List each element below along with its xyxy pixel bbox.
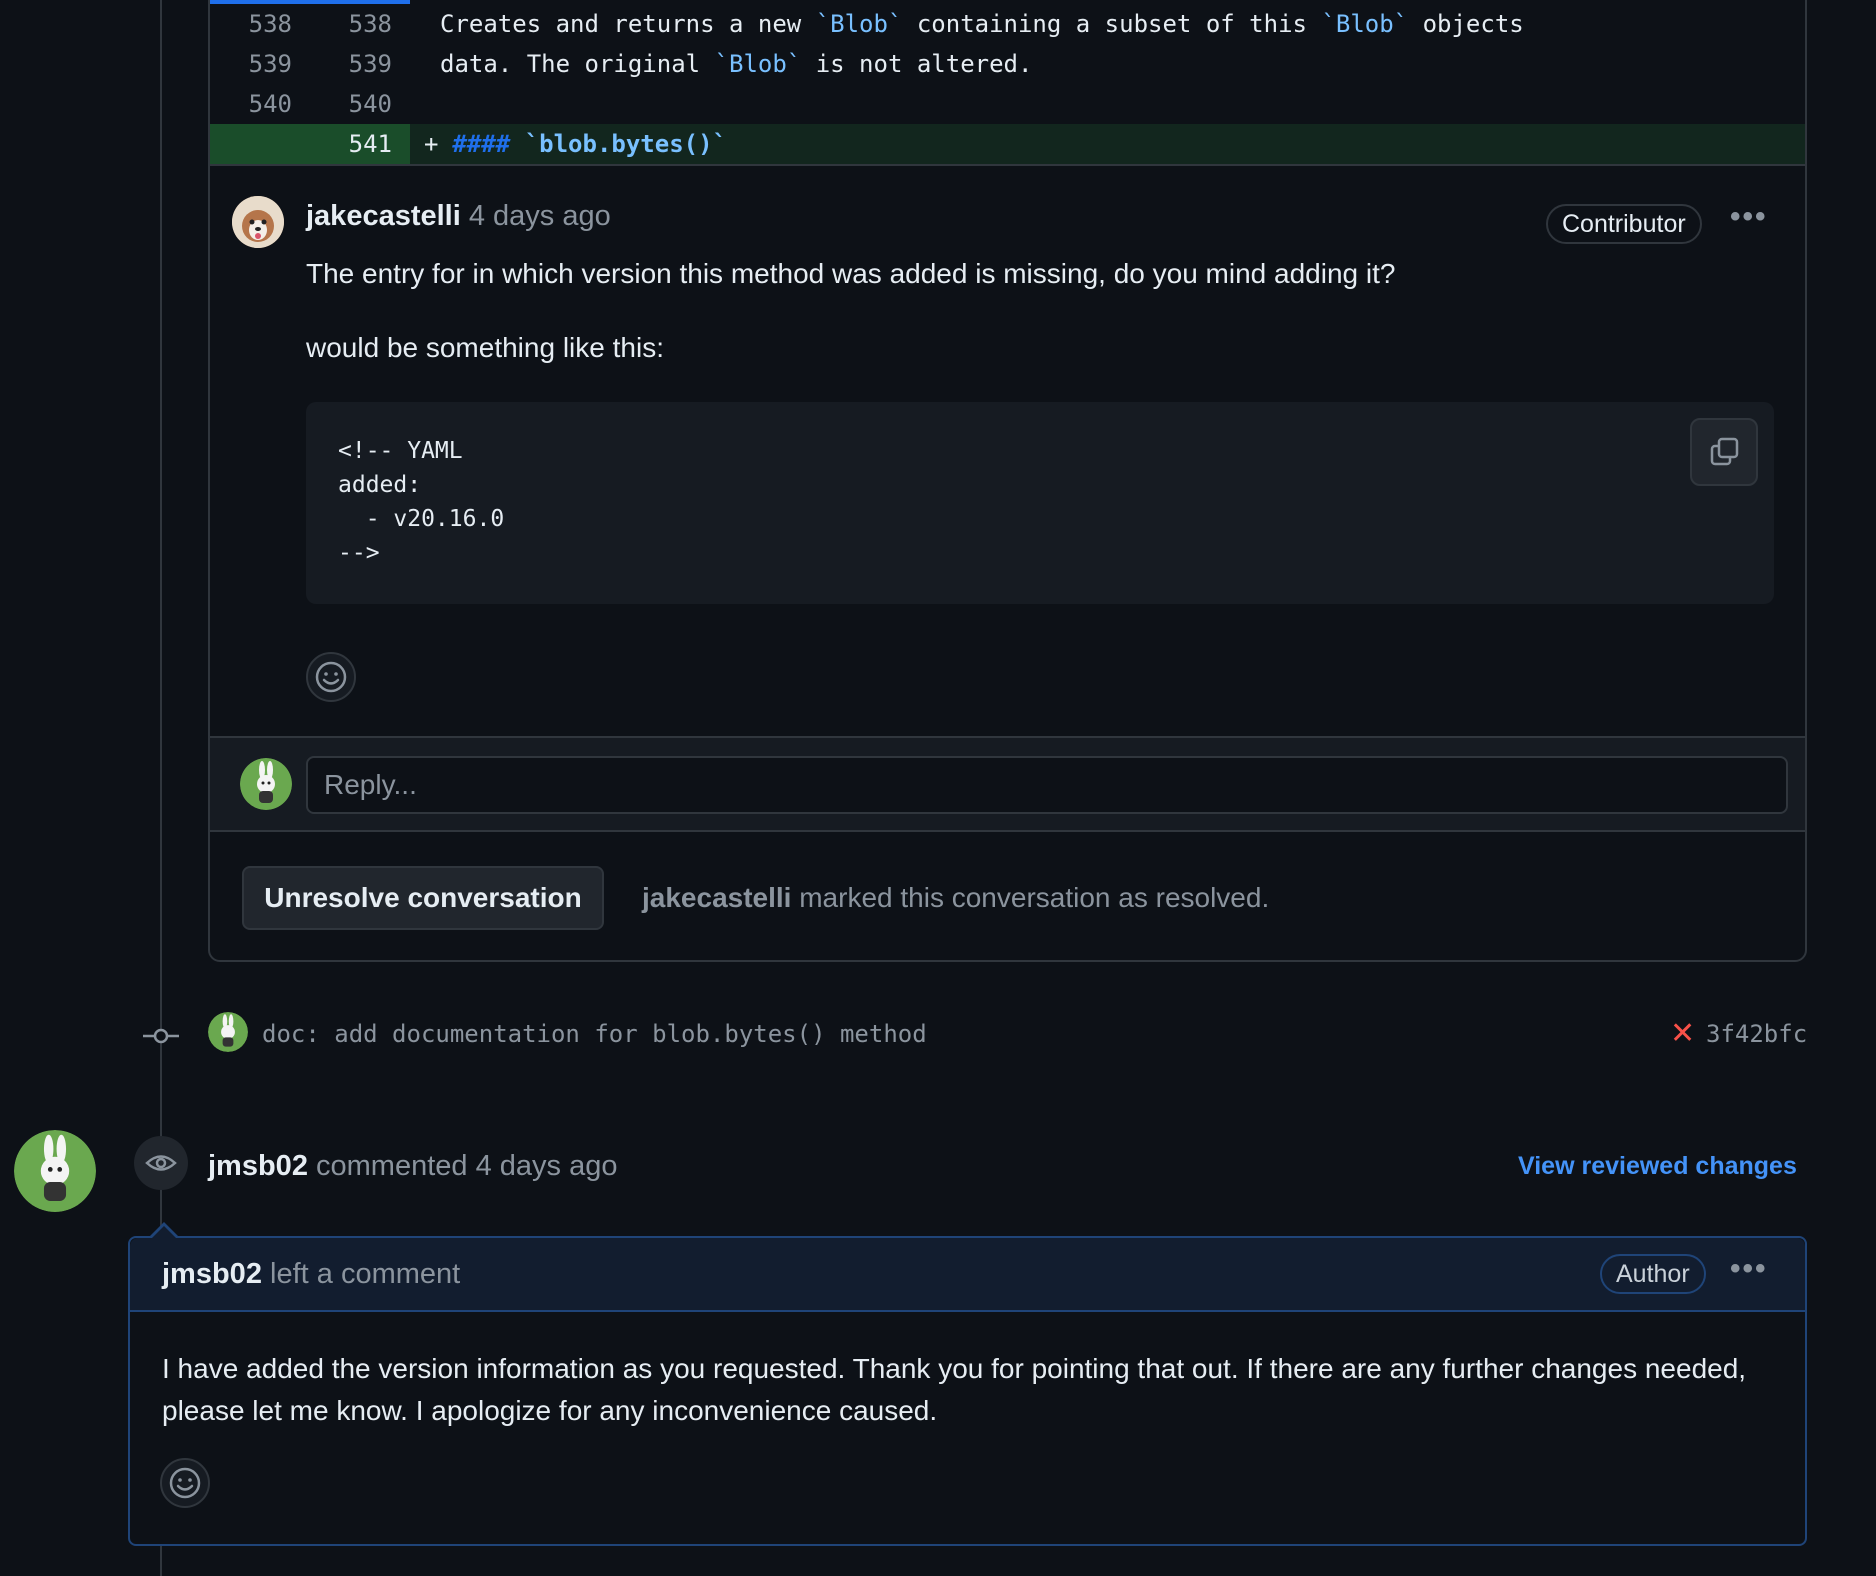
- rabbit-avatar-icon: [240, 758, 292, 810]
- more-options-icon[interactable]: •••: [1730, 200, 1768, 234]
- view-reviewed-changes-link[interactable]: View reviewed changes: [1518, 1152, 1797, 1181]
- avatar[interactable]: [208, 1012, 248, 1052]
- comment-body: would be something like this:: [306, 332, 664, 363]
- dog-avatar-icon: [232, 196, 284, 248]
- reply-area: Reply...: [210, 736, 1805, 832]
- code-text: Creates and returns a new `Blob` contain…: [440, 10, 1524, 38]
- comment-caret-inner: [152, 1226, 176, 1238]
- failed-status-icon[interactable]: ✕: [1670, 1016, 1695, 1051]
- smiley-icon: [315, 661, 347, 693]
- contributor-badge: Contributor: [1546, 204, 1702, 244]
- author-badge: Author: [1600, 1254, 1706, 1294]
- resolved-status: jakecastelli marked this conversation as…: [642, 882, 1270, 913]
- smiley-icon: [169, 1467, 201, 1499]
- new-line-number: 541: [310, 124, 410, 164]
- code-text: data. The original `Blob` is not altered…: [440, 50, 1033, 78]
- add-reaction-button[interactable]: [306, 652, 356, 702]
- commit-message[interactable]: doc: add documentation for blob.bytes() …: [262, 1020, 927, 1048]
- unresolve-conversation-button[interactable]: Unresolve conversation: [242, 866, 604, 930]
- diff-line: 539 539 data. The original `Blob` is not…: [210, 44, 1805, 84]
- avatar[interactable]: [232, 196, 284, 248]
- review-header: jmsb02 commented 4 days ago: [208, 1150, 618, 1182]
- review-thread: 538 538 Creates and returns a new `Blob`…: [208, 0, 1807, 962]
- comment-body: The entry for in which version this meth…: [306, 258, 1396, 289]
- old-line-number: 539: [248, 50, 292, 78]
- comment-header: jakecastelli 4 days ago: [306, 200, 611, 233]
- comment-body: I have added the version information as …: [162, 1353, 1747, 1426]
- rabbit-avatar-icon: [208, 1012, 248, 1052]
- old-line-number: 538: [248, 10, 292, 38]
- review-author[interactable]: jmsb02: [208, 1150, 308, 1182]
- divider: [210, 164, 1805, 166]
- review-event-badge: [134, 1136, 188, 1190]
- more-options-icon[interactable]: •••: [1730, 1252, 1768, 1286]
- new-line-number: 539: [348, 50, 392, 78]
- resolver-name[interactable]: jakecastelli: [642, 882, 791, 913]
- diff-line: 538 538 Creates and returns a new `Blob`…: [210, 4, 1805, 44]
- avatar[interactable]: [14, 1130, 96, 1212]
- add-reaction-button[interactable]: [160, 1458, 210, 1508]
- eye-icon: [145, 1155, 177, 1171]
- old-line-number: [210, 124, 310, 164]
- new-line-number: 540: [348, 90, 392, 118]
- comment-time[interactable]: 4 days ago: [469, 200, 611, 232]
- copy-button[interactable]: [1690, 418, 1758, 486]
- avatar[interactable]: [240, 758, 292, 810]
- commit-sha[interactable]: 3f42bfc: [1706, 1020, 1807, 1048]
- comment-header: jmsb02 left a comment Author •••: [130, 1238, 1805, 1312]
- diff-line: 540 540: [210, 84, 1805, 124]
- code-block-text: <!-- YAML added: - v20.16.0 -->: [338, 438, 505, 566]
- code-block: <!-- YAML added: - v20.16.0 -->: [306, 402, 1774, 604]
- review-comment: jmsb02 left a comment Author ••• I have …: [128, 1236, 1807, 1546]
- new-line-number: 538: [348, 10, 392, 38]
- old-line-number: 540: [248, 90, 292, 118]
- commit-icon: [143, 1028, 179, 1044]
- comment-author[interactable]: jmsb02: [162, 1258, 262, 1290]
- code-text: + #### `blob.bytes()`: [424, 130, 727, 158]
- comment-author[interactable]: jakecastelli: [306, 200, 461, 232]
- copy-icon: [1710, 437, 1739, 466]
- reply-input[interactable]: Reply...: [306, 756, 1788, 814]
- rabbit-avatar-icon: [14, 1130, 96, 1212]
- diff-line-added: 541 + #### `blob.bytes()`: [210, 124, 1805, 164]
